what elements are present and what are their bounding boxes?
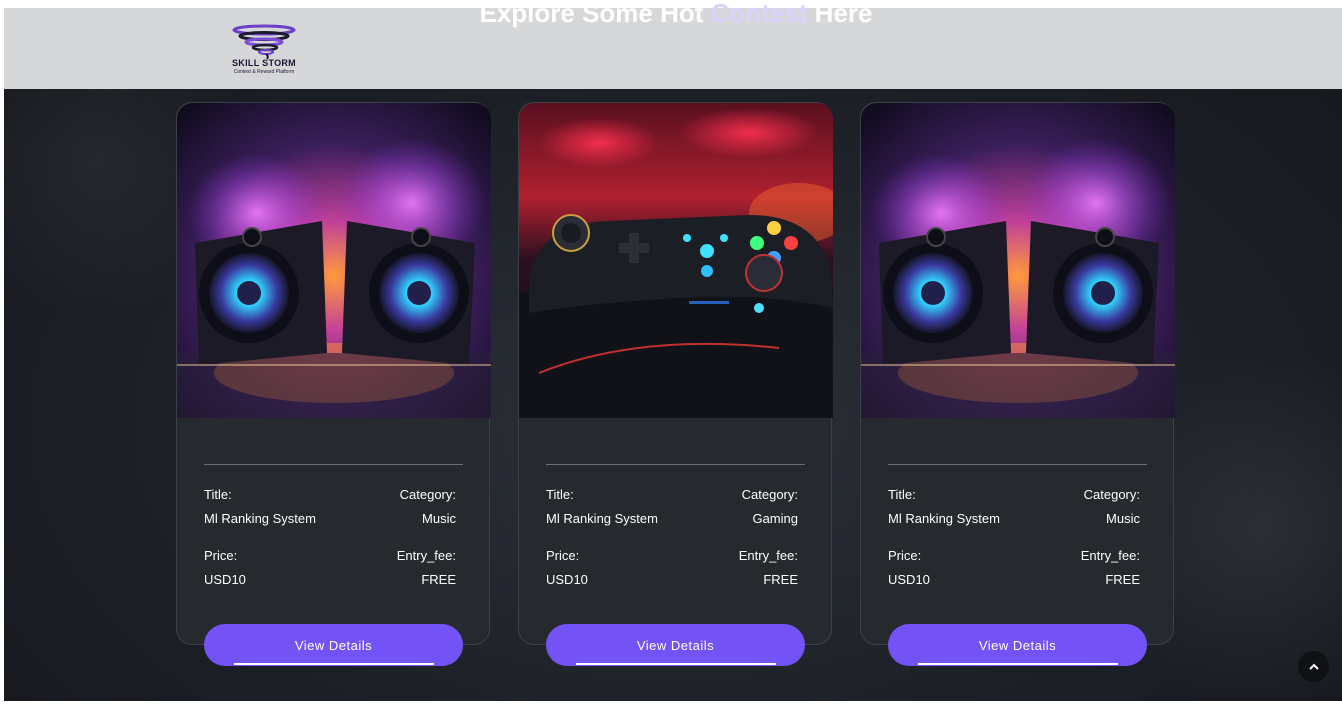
contest-card: Title: Ml Ranking System Category: Gamin… <box>518 102 833 666</box>
logo-name: SKILL STORM <box>232 58 296 68</box>
entry-fee-value: FREE <box>763 572 798 587</box>
category-label: Category: <box>1083 487 1140 502</box>
title-value: Ml Ranking System <box>204 511 316 526</box>
heading-end: Here <box>814 0 873 28</box>
category-label: Category: <box>741 487 798 502</box>
category-value: Music <box>1106 511 1140 526</box>
gamepad-image <box>519 103 833 418</box>
heading-start: Explore Some Hot <box>479 0 704 28</box>
title-value: Ml Ranking System <box>888 511 1000 526</box>
view-details-button[interactable]: View Details <box>204 624 463 666</box>
title-label: Title: <box>888 487 916 502</box>
price-value: USD10 <box>546 572 588 587</box>
title-label: Title: <box>546 487 574 502</box>
button-underline <box>234 663 434 665</box>
contest-card: Title: Ml Ranking System Category: Music… <box>176 102 491 666</box>
title-label: Title: <box>204 487 232 502</box>
speakers-image <box>177 103 491 418</box>
section-heading: Explore Some Hot Contest Here <box>0 0 1342 29</box>
category-value: Gaming <box>752 511 798 526</box>
contest-card: Title: Ml Ranking System Category: Music… <box>860 102 1175 666</box>
price-label: Price: <box>546 548 580 563</box>
price-value: USD10 <box>888 572 930 587</box>
category-value: Music <box>422 511 456 526</box>
chevron-up-icon <box>1308 663 1319 670</box>
card-divider <box>546 464 805 465</box>
price-value: USD10 <box>204 572 246 587</box>
view-details-button[interactable]: View Details <box>888 624 1147 666</box>
entry-fee-label: Entry_fee: <box>396 548 456 563</box>
title-value: Ml Ranking System <box>546 511 658 526</box>
entry-fee-value: FREE <box>421 572 456 587</box>
logo-tagline: Contest & Reward Platform <box>233 69 295 75</box>
price-label: Price: <box>204 548 238 563</box>
button-underline <box>576 663 776 665</box>
button-underline <box>918 663 1118 665</box>
card-divider <box>888 464 1147 465</box>
category-label: Category: <box>399 487 456 502</box>
entry-fee-label: Entry_fee: <box>738 548 798 563</box>
entry-fee-value: FREE <box>1105 572 1140 587</box>
heading-accent: Contest <box>710 0 808 28</box>
price-label: Price: <box>888 548 922 563</box>
speakers-image <box>861 103 1175 418</box>
card-divider <box>204 464 463 465</box>
entry-fee-label: Entry_fee: <box>1080 548 1140 563</box>
logo[interactable]: SKILL STORM Contest & Reward Platform <box>214 22 314 84</box>
scroll-to-top-button[interactable] <box>1298 651 1329 682</box>
view-details-button[interactable]: View Details <box>546 624 805 666</box>
